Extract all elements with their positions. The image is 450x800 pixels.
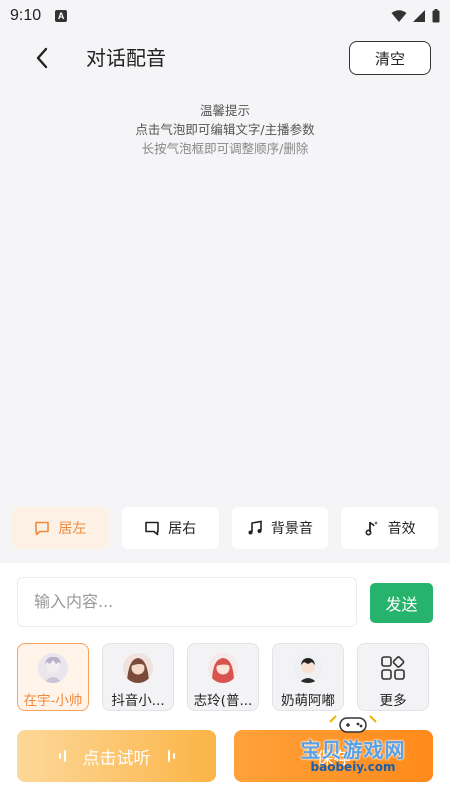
message-square-icon xyxy=(35,521,50,535)
save-label: 保存 xyxy=(316,748,351,769)
voice-item-douyin[interactable]: 抖音小... xyxy=(102,643,174,711)
align-right-button[interactable]: 居右 xyxy=(121,507,219,549)
voice-item-naimeng[interactable]: 奶萌阿嘟 xyxy=(272,643,344,711)
align-right-label: 居右 xyxy=(168,521,197,537)
clear-button[interactable]: 清空 xyxy=(349,41,431,75)
status-time: 9:10 xyxy=(10,7,42,24)
dialog-toolbar: 居左 居右 背景音 音效 xyxy=(12,507,438,549)
voice-avatar xyxy=(38,653,68,683)
page-title: 对话配音 xyxy=(86,46,166,70)
voice-avatar xyxy=(208,653,238,683)
tips: 温馨提示 点击气泡即可编辑文字/主播参数 长按气泡框即可调整顺序/删除 xyxy=(0,101,450,158)
background-music-button[interactable]: 背景音 xyxy=(231,507,329,549)
more-voices-button[interactable]: 更多 xyxy=(357,643,429,711)
back-button[interactable] xyxy=(28,44,56,72)
soundwave-right-icon xyxy=(167,750,175,762)
message-square-icon xyxy=(145,521,159,535)
content-input[interactable]: 输入内容... xyxy=(17,577,357,627)
tips-title: 温馨提示 xyxy=(199,103,250,118)
signal-icon xyxy=(413,9,425,22)
grid-icon xyxy=(378,653,408,683)
audition-button[interactable]: 点击试听 xyxy=(17,730,216,782)
voice-list: 在宇-小帅 抖音小... 志玲(普... 奶萌阿嘟 更多 xyxy=(17,643,433,713)
voice-item-zaiyu[interactable]: 在宇-小帅 xyxy=(17,643,89,711)
voice-name: 抖音小... xyxy=(111,693,165,709)
wifi-icon xyxy=(391,9,407,22)
voice-name: 奶萌阿嘟 xyxy=(281,693,335,709)
send-button[interactable]: 发送 xyxy=(370,583,433,623)
sound-effect-label: 音效 xyxy=(387,521,416,537)
app-header: 对话配音 清空 xyxy=(0,36,450,80)
background-music-label: 背景音 xyxy=(270,521,313,537)
battery-icon xyxy=(432,9,440,23)
align-left-button[interactable]: 居左 xyxy=(12,507,109,549)
voice-avatar xyxy=(293,653,323,683)
voice-name: 更多 xyxy=(379,693,407,709)
tips-line-reorder: 长按气泡框即可调整顺序/删除 xyxy=(141,141,309,156)
voice-avatar xyxy=(123,653,153,683)
status-icons xyxy=(391,9,440,23)
audition-label: 点击试听 xyxy=(82,748,151,769)
status-bar: 9:10 A xyxy=(0,0,450,32)
bottom-panel: 输入内容... 发送 在宇-小帅 抖音小... 志玲(普... 奶萌阿嘟 更多 … xyxy=(0,563,450,800)
music-note-icon xyxy=(248,520,262,535)
voice-item-zhiling[interactable]: 志玲(普... xyxy=(187,643,259,711)
soundwave-left-icon xyxy=(58,750,66,762)
sound-effect-icon xyxy=(365,521,378,536)
chevron-left-icon xyxy=(36,47,48,69)
align-left-label: 居左 xyxy=(58,521,87,537)
voice-name: 在宇-小帅 xyxy=(23,693,83,709)
voice-name: 志玲(普... xyxy=(193,693,253,709)
notification-icon: A xyxy=(55,10,68,22)
tips-line-edit: 点击气泡即可编辑文字/主播参数 xyxy=(135,122,315,137)
sound-effect-button[interactable]: 音效 xyxy=(341,507,438,549)
save-button[interactable]: 保存 xyxy=(234,730,433,782)
